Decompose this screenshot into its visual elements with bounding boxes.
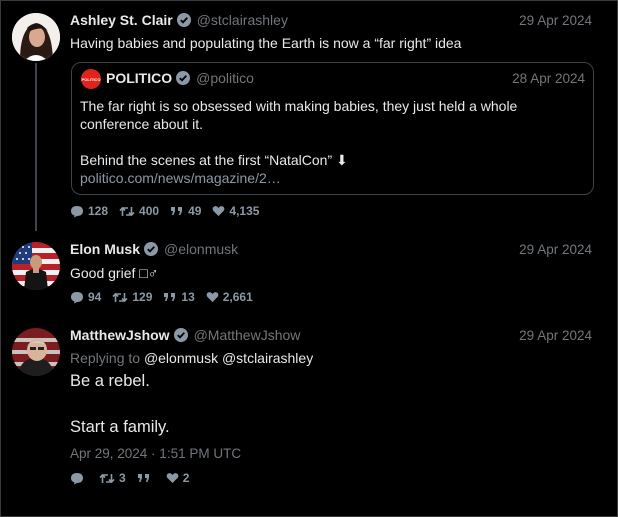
retweet-count: 3 bbox=[119, 471, 126, 485]
quote-button[interactable] bbox=[137, 472, 155, 484]
retweet-icon bbox=[119, 206, 135, 216]
quote-icon bbox=[164, 293, 176, 301]
tweet-date[interactable]: 29 Apr 2024 bbox=[519, 328, 592, 343]
thread-line bbox=[35, 63, 37, 231]
author-name[interactable]: MatthewJshow @MatthewJshow bbox=[70, 327, 300, 343]
avatar-matthew[interactable] bbox=[12, 328, 60, 376]
quoted-author-name-text[interactable]: POLITICO bbox=[106, 70, 172, 86]
politico-logo: POLITICO bbox=[81, 69, 101, 89]
tweet-date[interactable]: 29 Apr 2024 bbox=[519, 13, 592, 28]
like-button[interactable]: 4,135 bbox=[212, 204, 259, 218]
retweet-icon bbox=[112, 292, 128, 302]
retweet-button[interactable]: 400 bbox=[119, 204, 159, 218]
like-count: 2 bbox=[182, 471, 190, 485]
verified-badge-icon bbox=[176, 71, 191, 85]
tweet-text: Good grief □♂ bbox=[70, 265, 159, 281]
quoted-tweet[interactable]: POLITICO POLITICO @politico 28 Apr 2024 T… bbox=[71, 62, 594, 195]
replying-to: Replying to @elonmusk @stclairashley bbox=[70, 350, 313, 366]
quoted-text-line: The far right is so obsessed with making… bbox=[80, 98, 518, 114]
quoted-author-handle[interactable]: @politico bbox=[196, 70, 254, 86]
quoted-text-line: Behind the scenes at the first “NatalCon… bbox=[80, 152, 348, 168]
tweet-text-line: Start a family. bbox=[70, 418, 170, 436]
quote-icon bbox=[171, 207, 183, 215]
quote-icon bbox=[137, 474, 149, 482]
tweet-actions: 94 129 13 2,661 bbox=[70, 289, 264, 305]
reply-icon bbox=[71, 472, 83, 484]
avatar-ashley[interactable] bbox=[12, 13, 60, 61]
reply-button[interactable] bbox=[70, 472, 88, 485]
mention-link[interactable]: @elonmusk bbox=[144, 350, 218, 366]
reply-icon bbox=[71, 205, 83, 217]
verified-badge-icon bbox=[176, 13, 191, 27]
reply-count: 128 bbox=[88, 204, 109, 218]
author-name-text[interactable]: MatthewJshow bbox=[70, 327, 170, 343]
author-handle[interactable]: @MatthewJshow bbox=[194, 327, 301, 343]
reply-button[interactable]: 128 bbox=[70, 204, 108, 218]
like-count: 4,135 bbox=[229, 204, 260, 218]
author-name[interactable]: Elon Musk @elonmusk bbox=[70, 241, 238, 257]
like-button[interactable]: 2,661 bbox=[206, 290, 253, 304]
quoted-link[interactable]: politico.com/news/magazine/2… bbox=[80, 170, 281, 186]
verified-badge-icon bbox=[144, 242, 159, 256]
quote-count: 49 bbox=[188, 204, 202, 218]
retweet-count: 129 bbox=[132, 290, 153, 304]
author-handle[interactable]: @stclairashley bbox=[197, 12, 288, 28]
tweet-actions: 3 2 bbox=[70, 470, 200, 486]
replying-prefix: Replying to bbox=[70, 350, 141, 366]
author-handle[interactable]: @elonmusk bbox=[164, 241, 238, 257]
reply-icon bbox=[71, 291, 83, 303]
reply-button[interactable]: 94 bbox=[70, 290, 101, 304]
author-name-text[interactable]: Ashley St. Clair bbox=[70, 12, 173, 28]
tweet-date[interactable]: 29 Apr 2024 bbox=[519, 242, 592, 257]
quote-count: 13 bbox=[181, 290, 195, 304]
quoted-text-line: conference about it. bbox=[80, 116, 203, 132]
tweet-actions: 128 400 49 4,135 bbox=[70, 203, 270, 219]
retweet-button[interactable]: 129 bbox=[112, 290, 152, 304]
tweet-timestamp[interactable]: Apr 29, 2024 · 1:51 PM UTC bbox=[70, 446, 241, 461]
like-count: 2,661 bbox=[222, 290, 253, 304]
reply-count: 94 bbox=[88, 290, 102, 304]
verified-badge-icon bbox=[173, 328, 188, 342]
retweet-button[interactable]: 3 bbox=[99, 471, 126, 485]
avatar-elon[interactable] bbox=[12, 242, 60, 290]
author-name-text[interactable]: Elon Musk bbox=[70, 241, 140, 257]
quoted-author-name[interactable]: POLITICO @politico bbox=[106, 70, 254, 86]
heart-icon bbox=[166, 473, 179, 483]
tweet-text: Having babies and populating the Earth i… bbox=[70, 35, 462, 51]
quoted-tweet-date[interactable]: 28 Apr 2024 bbox=[512, 71, 585, 86]
retweet-icon bbox=[99, 473, 115, 483]
tweet-text-line: Be a rebel. bbox=[70, 372, 150, 390]
author-name[interactable]: Ashley St. Clair @stclairashley bbox=[70, 12, 288, 28]
thread-frame: Ashley St. Clair @stclairashley 29 Apr 20… bbox=[0, 0, 618, 517]
mention-link[interactable]: @stclairashley bbox=[222, 350, 313, 366]
quote-button[interactable]: 49 bbox=[170, 204, 201, 218]
like-button[interactable]: 2 bbox=[166, 471, 190, 485]
retweet-count: 400 bbox=[139, 204, 160, 218]
heart-icon bbox=[206, 292, 219, 302]
quote-button[interactable]: 13 bbox=[163, 290, 195, 304]
heart-icon bbox=[213, 206, 225, 216]
